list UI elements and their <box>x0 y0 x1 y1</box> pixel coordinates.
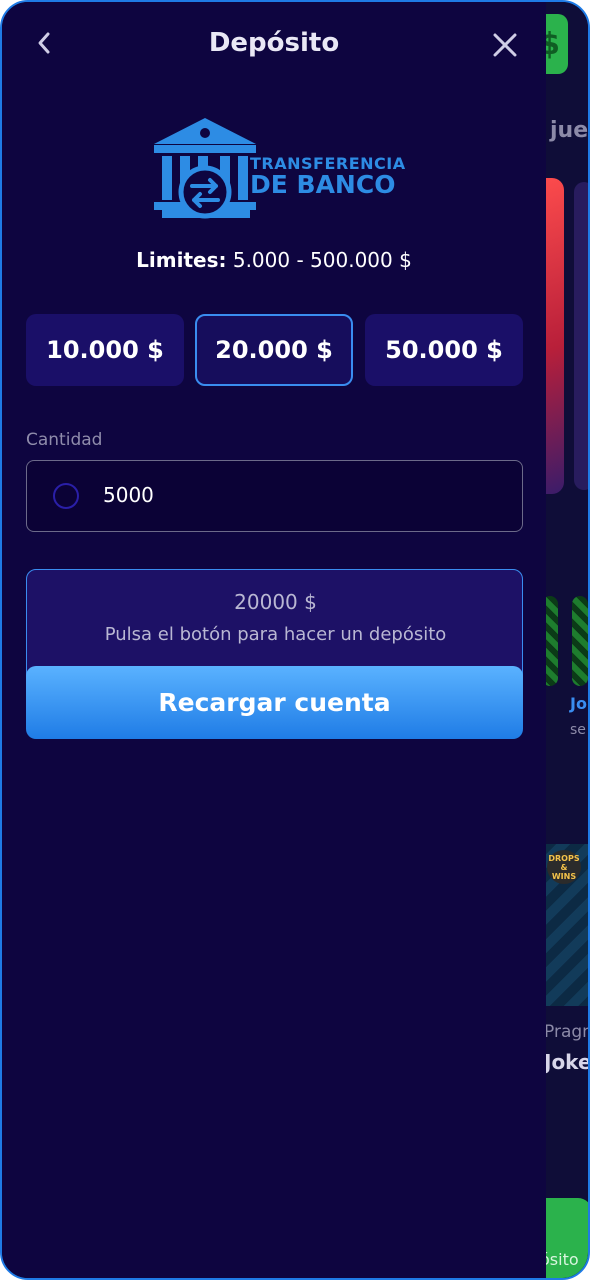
page-title: Depósito <box>208 28 340 58</box>
quick-amount-button[interactable]: 50.000 $ <box>365 314 523 386</box>
deposit-limits: Limites: 5.000 - 500.000 $ <box>2 248 546 272</box>
background-game-card <box>572 596 588 686</box>
amount-label: Cantidad <box>26 430 103 450</box>
deposit-panel: Depósito TRANSFERENCIA DE BANCO Limites:… <box>2 2 546 1278</box>
background-provider: Pragn <box>544 1022 590 1042</box>
summary-message: Pulsa el botón para hacer un depósito <box>104 624 447 645</box>
background-game-sub: se <box>570 722 586 738</box>
amount-input-value: 5000 <box>103 483 154 507</box>
background-game-name: Joke <box>544 1050 590 1074</box>
amount-input[interactable]: 5000 <box>26 460 523 532</box>
quick-amount-button[interactable]: 10.000 $ <box>26 314 184 386</box>
currency-circle-icon <box>53 483 79 509</box>
summary-amount: 20000 $ <box>234 590 317 614</box>
limits-label: Limites: <box>136 248 227 272</box>
device-frame: $ jue Jo se DROPS & WINS Pragn Joke ósit… <box>0 0 590 1280</box>
close-icon <box>493 33 517 57</box>
background-game-title: Jo <box>570 694 587 713</box>
recharge-button[interactable]: Recargar cuenta <box>26 666 523 739</box>
limits-value: 5.000 - 500.000 $ <box>232 248 412 272</box>
quick-amount-button-selected[interactable]: 20.000 $ <box>195 314 353 386</box>
drops-wins-badge: DROPS & WINS <box>547 850 581 884</box>
method-logo-line2: DE BANCO <box>250 170 396 199</box>
close-button[interactable] <box>488 28 522 62</box>
background-section-title: jue <box>550 118 589 143</box>
background-game-card <box>574 182 588 490</box>
